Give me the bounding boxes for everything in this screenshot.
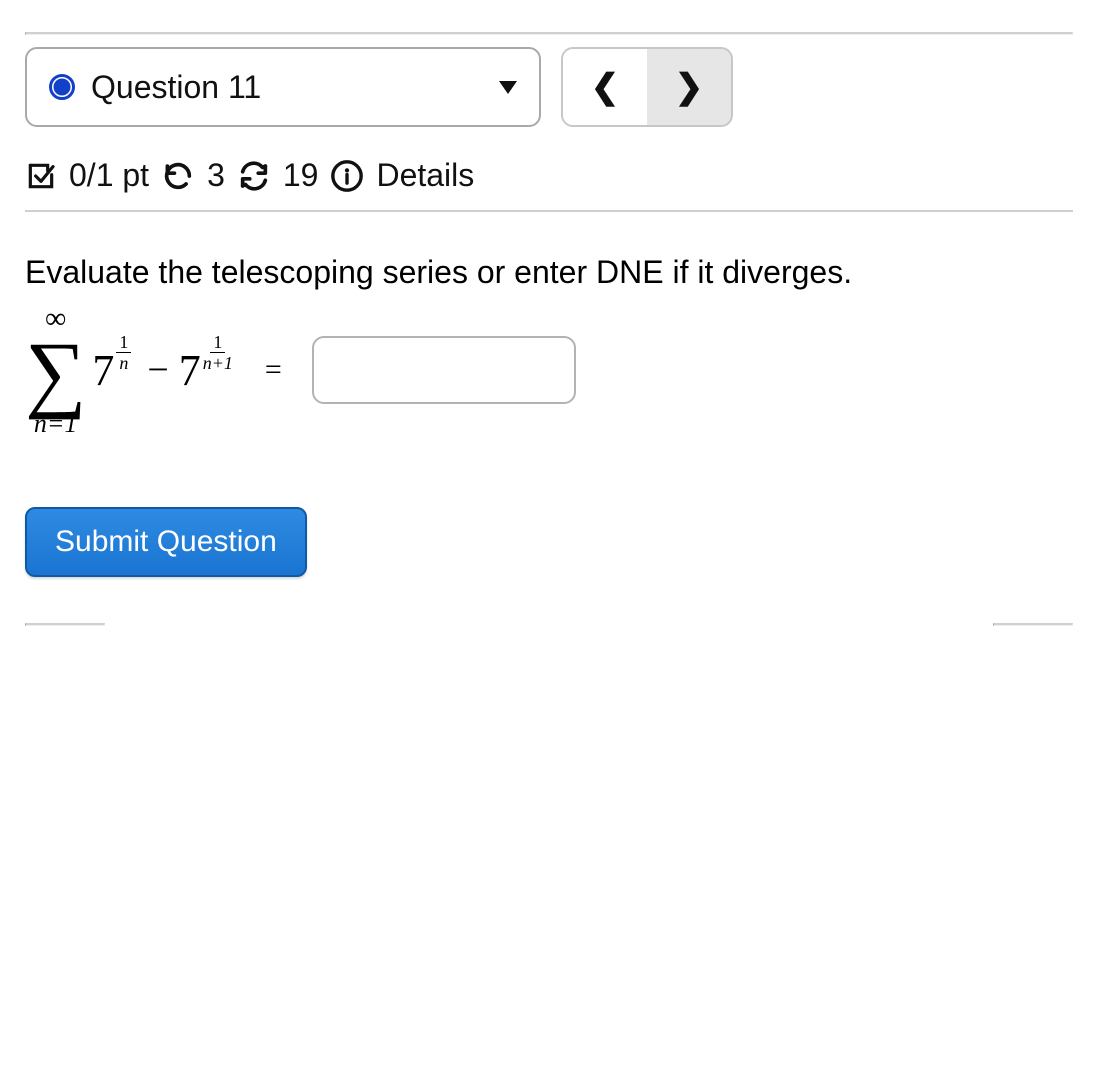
chevron-down-icon — [499, 81, 517, 94]
term2-exponent: 1 n+1 — [203, 333, 233, 372]
status-dot-icon — [49, 74, 75, 100]
term1-exponent: 1 n — [116, 333, 131, 372]
section-divider-bottom-left — [25, 623, 105, 626]
question-label: Question 11 — [91, 69, 261, 106]
next-question-button[interactable]: ❯ — [647, 49, 731, 125]
question-selector[interactable]: Question 11 — [25, 47, 541, 127]
details-link[interactable]: Details — [376, 157, 474, 194]
answer-input[interactable] — [312, 336, 576, 404]
sum-lower-limit: n=1 — [34, 411, 78, 437]
info-icon — [330, 159, 364, 193]
sigma-icon: ∑ — [25, 334, 86, 411]
points-text: 0/1 pt — [69, 157, 149, 194]
retries-count: 3 — [207, 157, 225, 194]
math-expression-row: ∞ ∑ n=1 7 1 n − 7 1 n+1 = — [25, 304, 1073, 437]
reattempts-count: 19 — [283, 157, 319, 194]
question-meta-row: 0/1 pt 3 19 Details — [25, 141, 1073, 212]
section-divider-bottom-right — [993, 623, 1073, 626]
chevron-right-icon: ❯ — [675, 67, 704, 107]
section-divider-top — [25, 32, 1073, 35]
question-prompt: Evaluate the telescoping series or enter… — [25, 252, 1073, 294]
term1-base: 7 — [92, 345, 114, 396]
retry-icon — [161, 159, 195, 193]
checkbox-icon — [25, 160, 57, 192]
prev-question-button[interactable]: ❮ — [563, 49, 647, 125]
reattempts-icon — [237, 159, 271, 193]
minus-sign: − — [147, 348, 168, 392]
chevron-left-icon: ❮ — [591, 67, 620, 107]
summation-expression: ∞ ∑ n=1 7 1 n − 7 1 n+1 = — [25, 304, 282, 437]
summation-term: 7 1 n − 7 1 n+1 — [92, 345, 239, 396]
submit-question-button[interactable]: Submit Question — [25, 507, 307, 577]
question-nav: ❮ ❯ — [561, 47, 733, 127]
term2-base: 7 — [179, 345, 201, 396]
equals-sign: = — [265, 353, 282, 387]
